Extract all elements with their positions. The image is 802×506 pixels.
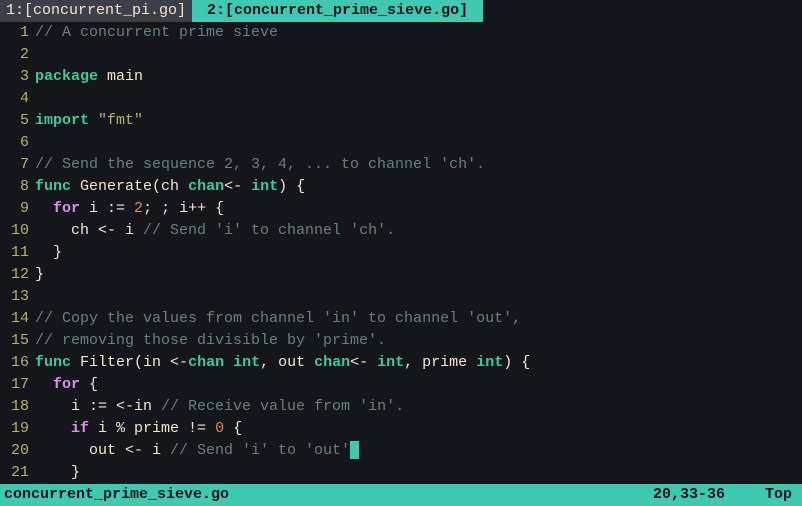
tab-concurrent-pi[interactable]: 1:[concurrent_pi.go] [0,0,192,22]
status-cursor-position: 20,33-36 [653,484,765,506]
code-line[interactable]: // Copy the values from channel 'in' to … [35,308,802,330]
code-line[interactable] [35,88,802,110]
code-line[interactable]: func Generate(ch chan<- int) { [35,176,802,198]
code-line[interactable] [35,286,802,308]
line-number: 17 [0,374,29,396]
line-number: 12 [0,264,29,286]
line-number: 2 [0,44,29,66]
tab-concurrent-prime-sieve[interactable]: 2:[concurrent_prime_sieve.go] [192,0,483,22]
line-number: 13 [0,286,29,308]
line-number: 8 [0,176,29,198]
code-line[interactable] [35,44,802,66]
code-line[interactable]: // A concurrent prime sieve [35,22,802,44]
line-number: 16 [0,352,29,374]
code-line[interactable] [35,132,802,154]
status-scroll-position: Top [765,484,798,506]
line-number: 20 [0,440,29,462]
code-line[interactable]: i := <-in // Receive value from 'in'. [35,396,802,418]
code-line[interactable]: } [35,462,802,484]
code-line[interactable]: ch <- i // Send 'i' to channel 'ch'. [35,220,802,242]
line-number-gutter: 123456789101112131415161718192021 [0,22,35,484]
code-line[interactable]: } [35,264,802,286]
code-line[interactable]: // Send the sequence 2, 3, 4, ... to cha… [35,154,802,176]
tab-bar: 1:[concurrent_pi.go] 2:[concurrent_prime… [0,0,802,22]
code-line[interactable]: // removing those divisible by 'prime'. [35,330,802,352]
code-line[interactable]: func Filter(in <-chan int, out chan<- in… [35,352,802,374]
line-number: 5 [0,110,29,132]
status-bar: concurrent_prime_sieve.go 20,33-36 Top [0,484,802,506]
line-number: 18 [0,396,29,418]
code-line[interactable]: import "fmt" [35,110,802,132]
line-number: 15 [0,330,29,352]
code-line[interactable]: for i := 2; ; i++ { [35,198,802,220]
line-number: 3 [0,66,29,88]
status-filename: concurrent_prime_sieve.go [4,484,653,506]
line-number: 4 [0,88,29,110]
code-line[interactable]: package main [35,66,802,88]
line-number: 7 [0,154,29,176]
code-line[interactable]: } [35,242,802,264]
line-number: 11 [0,242,29,264]
code-line[interactable]: if i % prime != 0 { [35,418,802,440]
line-number: 14 [0,308,29,330]
line-number: 21 [0,462,29,484]
line-number: 9 [0,198,29,220]
code-line[interactable]: for { [35,374,802,396]
code-content[interactable]: // A concurrent prime sieve package main i… [35,22,802,484]
line-number: 10 [0,220,29,242]
code-line[interactable]: out <- i // Send 'i' to 'out' [35,440,802,462]
line-number: 1 [0,22,29,44]
line-number: 6 [0,132,29,154]
line-number: 19 [0,418,29,440]
editor-area[interactable]: 123456789101112131415161718192021 // A c… [0,22,802,484]
